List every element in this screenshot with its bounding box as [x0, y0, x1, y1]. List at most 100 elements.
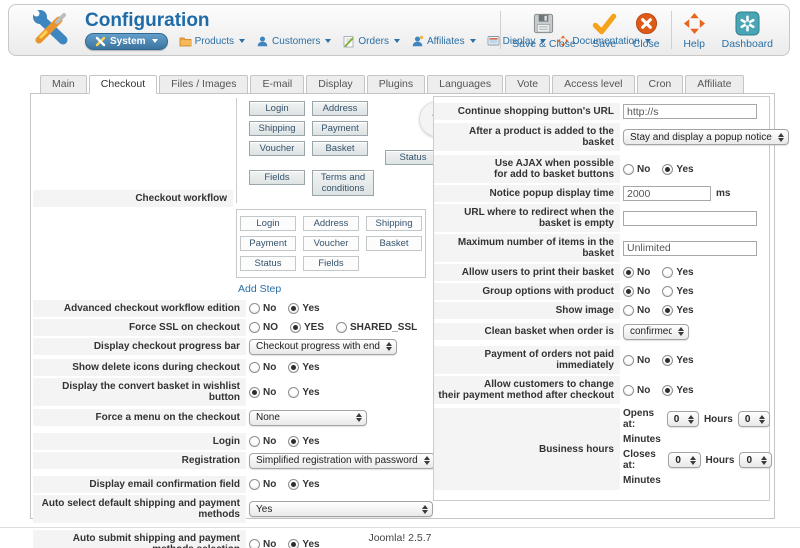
radio-yes[interactable]: Yes: [662, 267, 693, 278]
workflow-step-button[interactable]: Fields: [303, 256, 359, 271]
workflow-step-button[interactable]: Basket: [312, 141, 368, 156]
radio-yes[interactable]: Yes: [662, 305, 693, 316]
select-arrows-icon: [761, 456, 767, 465]
add-step-link[interactable]: Add Step: [238, 283, 281, 295]
radio-no[interactable]: No: [249, 303, 276, 314]
workflow-step-button[interactable]: Payment: [240, 236, 296, 251]
hours-label: Hours: [704, 414, 733, 425]
radio-no-ssl[interactable]: NO: [249, 322, 278, 333]
clean-basket-select[interactable]: confirmed: [623, 324, 689, 340]
radio-shared-ssl[interactable]: SHARED_SSL: [336, 322, 417, 333]
field-label: Show image: [434, 302, 620, 319]
toolbar-button-label: Help: [683, 38, 705, 50]
workflow-step-button[interactable]: Login: [240, 216, 296, 231]
auto-select-select[interactable]: Yes: [249, 501, 433, 517]
tab-email[interactable]: E-mail: [250, 75, 304, 94]
group-options-row: Group options with product No Yes: [434, 283, 769, 300]
radio-no[interactable]: No: [623, 286, 650, 297]
select-arrows-icon: [422, 505, 428, 514]
workflow-step-button[interactable]: Login: [249, 101, 305, 116]
radio-no[interactable]: No: [249, 479, 276, 490]
toolbar-button-label: Dashboard: [722, 38, 773, 50]
force-menu-select[interactable]: None: [249, 410, 367, 426]
workflow-current-steps: Login Address Shipping Payment Voucher B…: [236, 209, 426, 278]
select-arrows-icon: [424, 456, 430, 465]
dashboard-button[interactable]: Dashboard: [714, 7, 781, 53]
field-label: Auto select default shipping and payment…: [33, 495, 246, 523]
menu-item-orders[interactable]: Orders: [342, 35, 400, 48]
open-hour-select[interactable]: 0: [667, 411, 699, 427]
field-label: Advanced checkout workflow edition: [33, 300, 246, 317]
radio-no[interactable]: No: [623, 355, 650, 366]
help-button[interactable]: Help: [675, 7, 714, 53]
workflow-step-button[interactable]: Voucher: [303, 236, 359, 251]
tab-affiliate[interactable]: Affiliate: [685, 75, 743, 94]
radio-yes[interactable]: Yes: [662, 355, 693, 366]
save-button[interactable]: Save: [584, 7, 625, 53]
workflow-step-button[interactable]: Terms and conditions: [312, 170, 374, 196]
radio-no[interactable]: No: [249, 362, 276, 373]
after-add-select[interactable]: Stay and display a popup notice: [623, 129, 789, 145]
continue-url-input[interactable]: [623, 104, 757, 119]
radio-yes-ssl[interactable]: YES: [290, 322, 324, 333]
workflow-step-button[interactable]: Status: [240, 256, 296, 271]
menu-item-affiliates[interactable]: Affiliates: [411, 35, 476, 47]
tab-plugins[interactable]: Plugins: [367, 75, 425, 94]
workflow-step-button[interactable]: Voucher: [249, 141, 305, 156]
chevron-down-icon: [239, 39, 245, 43]
checkout-workflow-widget: Login Address Shipping Payment Voucher B…: [233, 98, 433, 298]
redirect-url-input[interactable]: [623, 211, 757, 226]
tab-vote[interactable]: Vote: [505, 75, 550, 94]
radio-no[interactable]: No: [249, 539, 276, 548]
tab-access-level[interactable]: Access level: [552, 75, 634, 94]
open-minute-select[interactable]: 0: [738, 411, 770, 427]
not-paid-row: Payment of orders not paid immediately N…: [434, 346, 769, 374]
menu-item-system[interactable]: System: [85, 33, 168, 50]
radio-no[interactable]: No: [249, 387, 276, 398]
popup-time-input[interactable]: [623, 186, 711, 201]
radio-yes[interactable]: Yes: [288, 387, 319, 398]
radio-no[interactable]: No: [623, 164, 650, 175]
menu-item-customers[interactable]: Customers: [256, 35, 331, 47]
workflow-step-button[interactable]: Shipping: [249, 121, 305, 136]
radio-no[interactable]: No: [249, 436, 276, 447]
radio-yes[interactable]: Yes: [662, 286, 693, 297]
radio-yes[interactable]: Yes: [662, 385, 693, 396]
tab-display[interactable]: Display: [306, 75, 364, 94]
workflow-step-button[interactable]: Shipping: [366, 216, 422, 231]
tab-main[interactable]: Main: [40, 75, 87, 94]
radio-no[interactable]: No: [623, 385, 650, 396]
radio-yes[interactable]: Yes: [288, 539, 319, 548]
business-hours-row: Business hours Opens at: 0 Hours 0: [434, 408, 769, 490]
radio-yes[interactable]: Yes: [288, 362, 319, 373]
workflow-step-button[interactable]: Fields: [249, 170, 305, 185]
menu-item-products[interactable]: Products: [179, 35, 245, 47]
close-button[interactable]: Close: [625, 7, 668, 53]
tab-files-images[interactable]: Files / Images: [159, 75, 248, 94]
radio-yes[interactable]: Yes: [288, 479, 319, 490]
workflow-step-button[interactable]: Address: [303, 216, 359, 231]
workflow-step-button[interactable]: Basket: [366, 236, 422, 251]
tab-checkout[interactable]: Checkout: [89, 75, 157, 94]
tools-icon: [95, 36, 106, 47]
tab-cron[interactable]: Cron: [637, 75, 684, 94]
workflow-palette: Login Address Shipping Payment Voucher B…: [236, 98, 445, 203]
radio-no[interactable]: No: [623, 267, 650, 278]
radio-yes[interactable]: Yes: [288, 303, 319, 314]
radio-no[interactable]: No: [623, 305, 650, 316]
radio-yes[interactable]: Yes: [662, 164, 693, 175]
workflow-step-button[interactable]: Address: [312, 101, 368, 116]
tab-languages[interactable]: Languages: [427, 75, 503, 94]
minutes-label: Minutes: [623, 434, 661, 445]
max-items-input[interactable]: [623, 241, 757, 256]
radio-yes[interactable]: Yes: [288, 436, 319, 447]
workflow-step-button[interactable]: Payment: [312, 121, 368, 136]
close-hour-select[interactable]: 0: [668, 452, 700, 468]
progress-bar-select[interactable]: Checkout progress with end: [249, 339, 397, 355]
close-minute-select[interactable]: 0: [739, 452, 771, 468]
wishlist-button-row: Display the convert basket in wishlist b…: [33, 378, 433, 406]
save-close-button[interactable]: Save & Close: [504, 7, 584, 53]
registration-select[interactable]: Simplified registration with password: [249, 453, 435, 469]
change-payment-row: Allow customers to change their payment …: [434, 376, 769, 404]
left-column: Checkout workflow: [33, 98, 433, 548]
